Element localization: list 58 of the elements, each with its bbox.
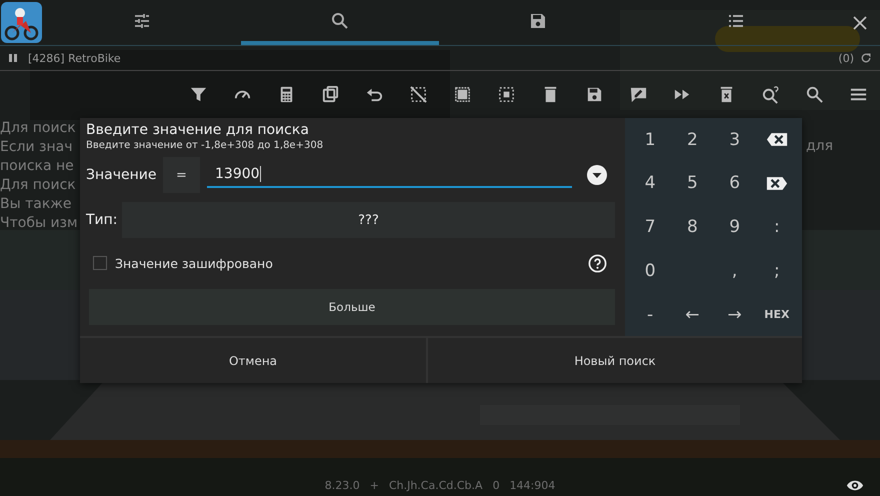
dropdown-icon[interactable] (587, 165, 607, 185)
help-text: Чтобы изм (0, 214, 78, 233)
key[interactable]: ← (671, 292, 714, 336)
operator-button[interactable]: = (163, 157, 200, 193)
value-field[interactable]: 13900 (207, 162, 572, 188)
help-icon[interactable] (588, 254, 607, 272)
status-text: Ch.Jh.Ca.Cd.Cb.A (388, 478, 483, 492)
key[interactable]: 5 (671, 162, 714, 206)
sliders-icon (133, 12, 151, 30)
key[interactable]: → (714, 292, 756, 336)
help-text: Для поиск (0, 119, 76, 138)
process-name: [4286] RetroBike (28, 52, 122, 64)
refresh-icon[interactable] (860, 52, 872, 64)
help-text: Для поиск (0, 176, 76, 195)
dialog-subtitle: Введите значение от -1,8e+308 до 1,8e+308 (86, 139, 324, 153)
status-text: + (370, 478, 379, 492)
checkbox-label: Значение зашифровано (115, 256, 274, 270)
save-icon (529, 12, 547, 30)
key[interactable]: 2 (671, 118, 714, 162)
search-icon (331, 12, 349, 30)
status-text: 8.23.0 (324, 478, 360, 492)
key[interactable]: 8 (671, 205, 714, 249)
key[interactable]: : (756, 205, 798, 249)
key[interactable]: 0 (629, 249, 672, 293)
pause-icon[interactable] (8, 53, 18, 63)
help-text: Вы также (0, 195, 72, 214)
copy-icon[interactable] (320, 84, 340, 104)
eye-icon[interactable] (846, 479, 864, 492)
status-text: 0 (492, 478, 500, 492)
key[interactable]: , (714, 249, 756, 293)
type-selector[interactable]: ??? (122, 202, 615, 238)
type-label: Тип: (86, 212, 119, 228)
key[interactable]: 7 (629, 205, 672, 249)
key[interactable]: 9 (714, 205, 756, 249)
dialog-title: Введите значение для поиска (86, 121, 310, 139)
dialog-button[interactable]: Отмена (80, 338, 426, 383)
delete-icon[interactable] (766, 176, 788, 191)
backspace-icon[interactable] (766, 132, 788, 148)
select-icon[interactable] (496, 84, 516, 104)
key[interactable]: ; (756, 249, 798, 293)
status-text: 144:904 (510, 478, 556, 492)
key[interactable]: 3 (714, 118, 756, 162)
key[interactable]: 6 (714, 162, 756, 206)
close-icon[interactable] (852, 14, 868, 30)
key[interactable]: 4 (629, 162, 672, 206)
search-icon[interactable] (804, 84, 824, 104)
dialog-button[interactable]: Новый поиск (426, 338, 802, 383)
key[interactable]: HEX (756, 292, 798, 336)
result-count: (0) (838, 52, 854, 64)
help-text: поиска не (0, 157, 74, 176)
more-button[interactable]: Больше (89, 289, 615, 325)
key[interactable]: - (629, 292, 672, 336)
value-label: Значение (86, 167, 158, 183)
help-text: для (806, 138, 834, 154)
bike-icon[interactable] (0, 1, 43, 44)
key[interactable]: 1 (629, 118, 672, 162)
checkbox[interactable] (93, 256, 107, 270)
help-text: Если знач (0, 138, 72, 157)
